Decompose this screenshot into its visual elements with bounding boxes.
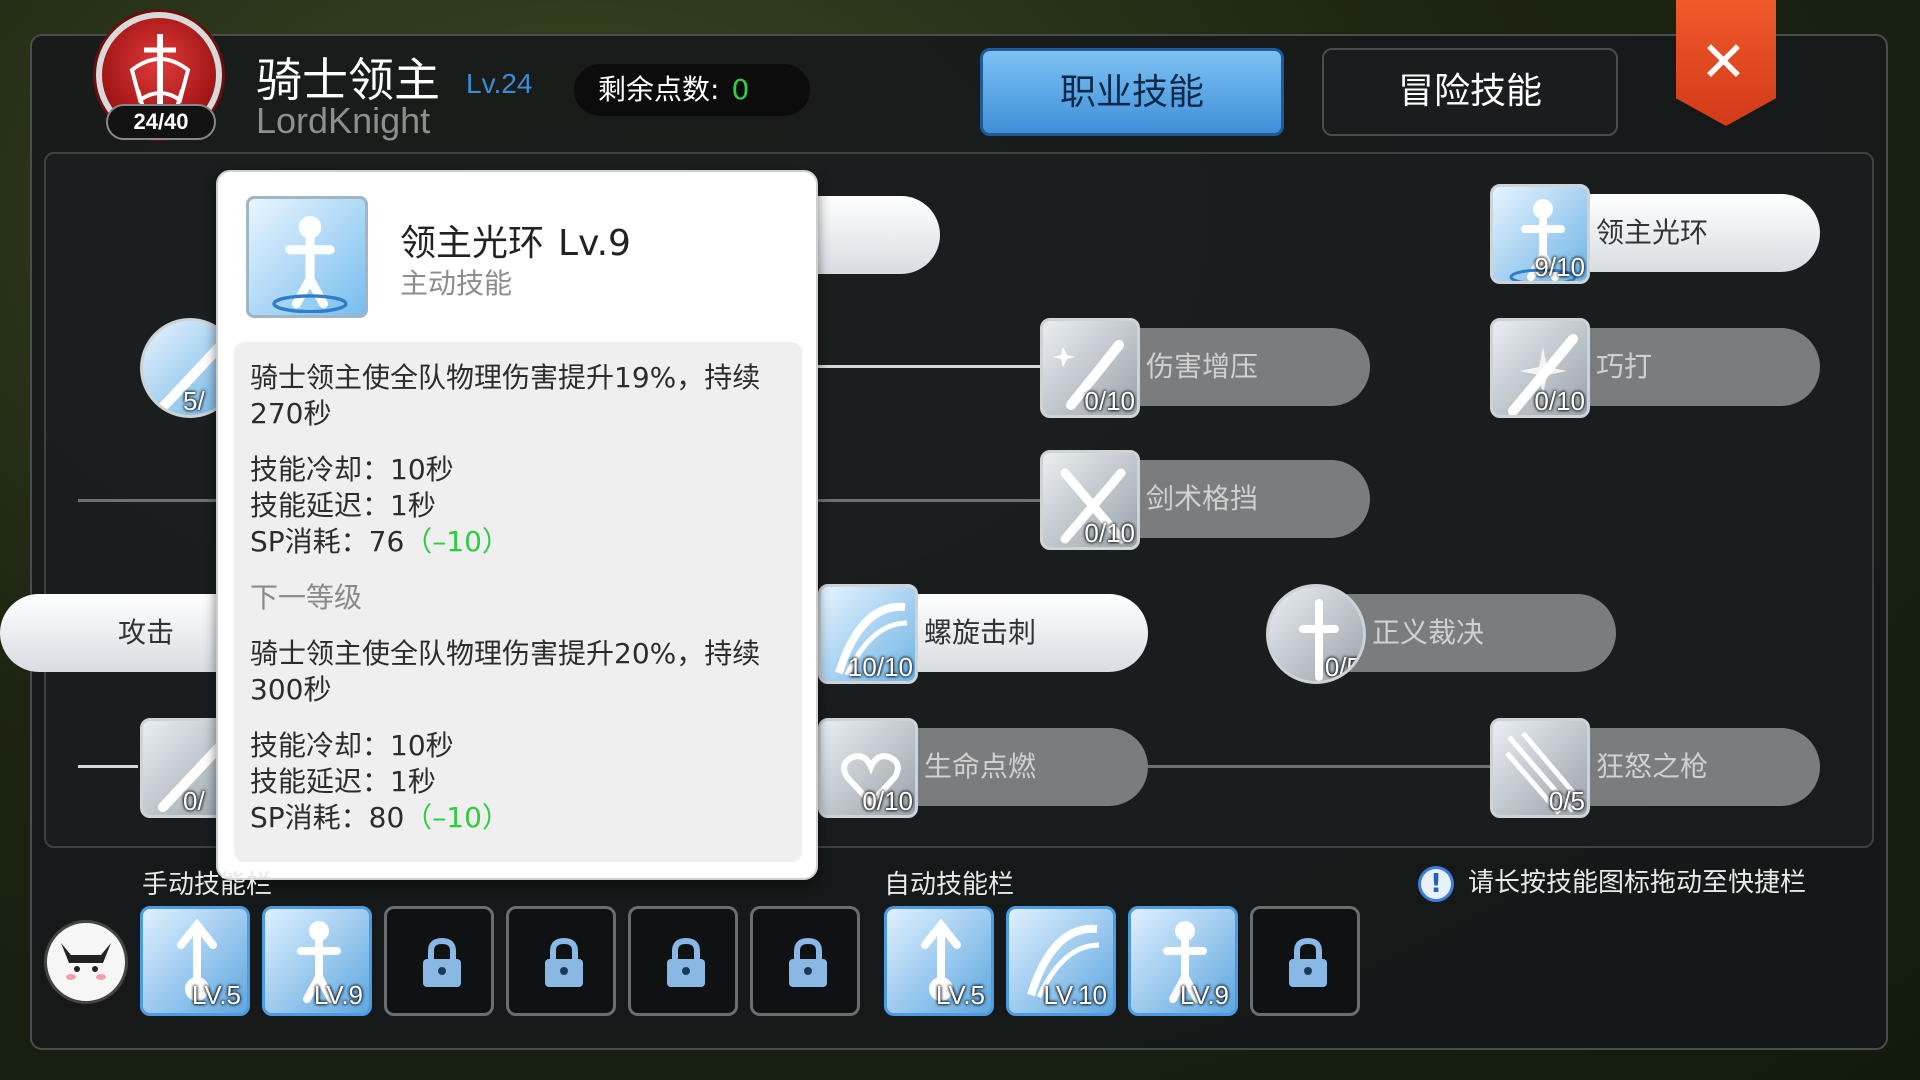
tooltip-delay: 技能延迟：1秒 [250, 489, 436, 522]
tree-connector [78, 765, 138, 768]
skill-level: 0/ [183, 786, 205, 816]
manual-slot-1[interactable]: LV.5 [140, 906, 250, 1016]
tooltip-desc: 骑士领主使全队物理伤害提升19%，持续270秒 [250, 361, 761, 430]
next-sp-delta: （–10） [404, 801, 510, 834]
flame-heart-icon: 0/10 [818, 718, 918, 818]
tooltip-next-desc: 骑士领主使全队物理伤害提升20%，持续300秒 [250, 637, 761, 706]
skill-level: 10/10 [847, 652, 913, 682]
sword-burst-icon: 0/10 [1490, 318, 1590, 418]
skill-level: 0/5 [1324, 652, 1361, 682]
auto-slot-4[interactable] [1250, 906, 1360, 1016]
avatar[interactable] [44, 920, 128, 1004]
tab-job-skills[interactable]: 职业技能 [980, 48, 1284, 136]
tooltip-body: 骑士领主使全队物理伤害提升19%，持续270秒 技能冷却：10秒 技能延迟：1秒… [234, 342, 802, 862]
spear-rays-icon: 0/5 [1490, 718, 1590, 818]
manual-slot-5[interactable] [628, 906, 738, 1016]
holy-sword-icon: 0/5 [1266, 584, 1366, 684]
tooltip-next-sp: SP消耗：80（–10） [250, 800, 786, 836]
crossed-swords-icon: 0/10 [1040, 450, 1140, 550]
sword-sparkle-icon: 0/10 [1040, 318, 1140, 418]
lock-icon [423, 937, 461, 987]
manual-skillbar-label: 手动技能栏 [142, 870, 273, 900]
slot-level: LV.5 [191, 980, 241, 1010]
lock-icon [667, 937, 705, 987]
job-name-en: LordKnight [256, 100, 431, 141]
points-value: 0 [731, 73, 750, 106]
tooltip-next-delay: 技能延迟：1秒 [250, 765, 436, 798]
auto-slot-3[interactable]: LV.9 [1128, 906, 1238, 1016]
skill-count-badge: 24/40 [106, 104, 216, 140]
drag-hint: ! 请长按技能图标拖动至快捷栏 [1418, 862, 1806, 902]
close-icon: ✕ [1700, 30, 1747, 95]
auto-slot-2[interactable]: LV.10 [1006, 906, 1116, 1016]
manual-slot-2[interactable]: LV.9 [262, 906, 372, 1016]
manual-slot-4[interactable] [506, 906, 616, 1016]
tooltip-sp: SP消耗：76（–10） [250, 524, 786, 560]
job-level: Lv.24 [466, 68, 533, 99]
skill-level: 0/5 [1548, 786, 1585, 816]
skill-level: 0/10 [862, 786, 913, 816]
person-aura-icon [246, 196, 368, 318]
spiral-pierce-icon: 10/10 [818, 584, 918, 684]
tooltip-skill-type: 主动技能 [400, 267, 513, 300]
person-aura-icon: 9/10 [1490, 184, 1590, 284]
slot-level: LV.9 [1179, 980, 1229, 1010]
manual-slot-6[interactable] [750, 906, 860, 1016]
slot-level: LV.9 [313, 980, 363, 1010]
remaining-points: 剩余点数: 0 [574, 64, 810, 116]
hint-text: 请长按技能图标拖动至快捷栏 [1468, 868, 1807, 898]
manual-slot-3[interactable] [384, 906, 494, 1016]
skill-level: 5/ [183, 386, 205, 416]
tooltip-skill-level: Lv.9 [558, 223, 631, 264]
sp-cost: SP消耗：76 [250, 525, 405, 558]
tree-connector [1120, 765, 1500, 768]
skill-level: 9/10 [1534, 252, 1585, 282]
auto-skillbar-label: 自动技能栏 [884, 870, 1015, 900]
slot-level: LV.10 [1043, 980, 1107, 1010]
lock-icon [545, 937, 583, 987]
lock-icon [1289, 937, 1327, 987]
skill-level: 0/10 [1084, 518, 1135, 548]
slot-level: LV.5 [935, 980, 985, 1010]
auto-slot-1[interactable]: LV.5 [884, 906, 994, 1016]
tab-adventure-skills[interactable]: 冒险技能 [1322, 48, 1618, 136]
skill-level: 0/10 [1084, 386, 1135, 416]
skill-tooltip: 领主光环 Lv.9 主动技能 骑士领主使全队物理伤害提升19%，持续270秒 技能… [216, 170, 818, 880]
tooltip-next-label: 下一等级 [250, 581, 363, 614]
points-label: 剩余点数: [598, 73, 720, 106]
tooltip-cooldown: 技能冷却：10秒 [250, 453, 454, 486]
tree-connector [810, 365, 1040, 368]
tooltip-skill-name: 领主光环 [400, 223, 545, 264]
cat-avatar-icon [61, 943, 111, 980]
sp-delta: （–10） [404, 525, 510, 558]
tree-connector [810, 499, 1040, 502]
tree-connector [78, 499, 218, 502]
info-icon: ! [1418, 865, 1454, 902]
skill-level: 0/10 [1534, 386, 1585, 416]
lock-icon [789, 937, 827, 987]
next-sp-cost: SP消耗：80 [250, 801, 405, 834]
tooltip-title: 领主光环 Lv.9 [400, 214, 631, 266]
tooltip-next-cooldown: 技能冷却：10秒 [250, 729, 454, 762]
